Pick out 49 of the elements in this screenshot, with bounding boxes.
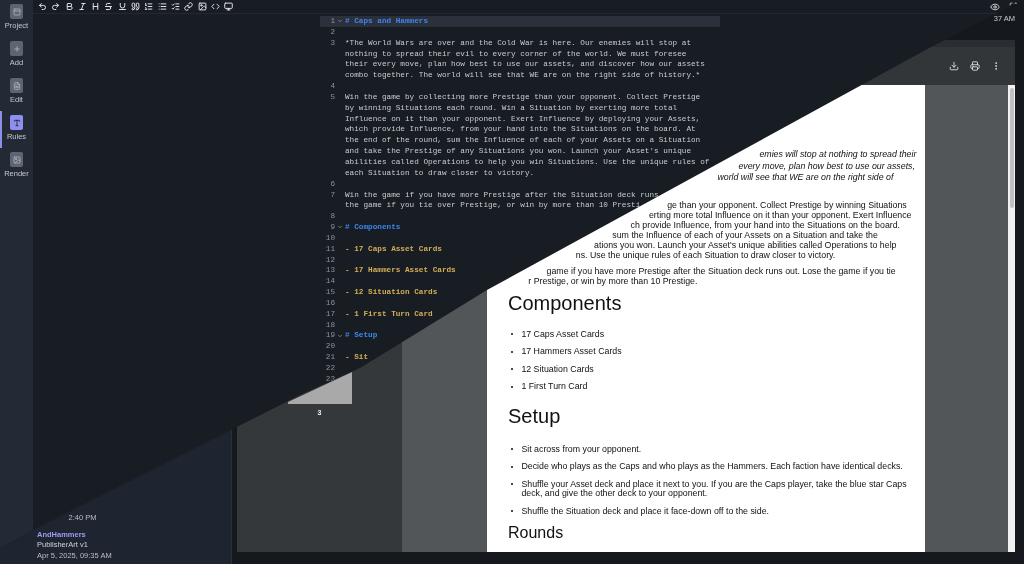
page-thumbnail[interactable] — [287, 371, 352, 404]
plus-icon — [10, 41, 23, 56]
paragraph-line: emies will stop at nothing to spread their — [759, 149, 917, 161]
paragraph-line: ations you won. Launch your Asset's unique abilities called Operations to help — [594, 239, 897, 250]
list-item: Sit across from your opponent. — [521, 444, 643, 454]
list-item: Decide who plays as the Caps and who plays as the Hammers. Each faction have identical decks. — [521, 462, 904, 472]
list-item: 17 Hammers Asset Cards — [521, 347, 623, 357]
section-heading: Setup — [508, 404, 561, 427]
undo-icon[interactable] — [38, 2, 47, 11]
code-icon[interactable] — [210, 2, 220, 11]
heading-icon[interactable] — [91, 2, 101, 11]
strikethrough-icon[interactable] — [104, 2, 114, 11]
link-icon[interactable] — [184, 2, 194, 11]
paragraph-line: game if you have more Prestige after the Situation deck runs out. Lose the game if you tie — [546, 265, 896, 276]
paragraph-line: erting more total Influence on it than your opponent. Exert Influence — [648, 209, 912, 220]
quote-icon[interactable] — [131, 2, 141, 11]
download-icon[interactable] — [949, 61, 959, 71]
checklist-icon[interactable] — [170, 2, 180, 11]
fold-chevron-icon[interactable] — [336, 224, 343, 231]
paragraph-line: ns. Use the unique rules of each Situation to draw closer to victory. — [575, 249, 836, 260]
scrollbar[interactable] — [1008, 85, 1015, 552]
paragraph-line: sum the Influence of each of your Assets on a Situation and take the — [612, 229, 878, 240]
image-icon[interactable] — [197, 2, 207, 11]
list-item: 17 Caps Asset Cards — [521, 329, 606, 339]
paragraph-line: world will see that WE are on the right side of — [717, 172, 894, 184]
fold-chevron-icon[interactable] — [336, 332, 343, 339]
monitor-icon[interactable] — [224, 2, 234, 11]
redo-icon[interactable] — [51, 2, 61, 11]
italic-icon[interactable] — [77, 2, 87, 11]
paragraph-line: r Prestige, or win by more than 10 Prestige. — [528, 275, 698, 286]
eye-icon[interactable] — [989, 1, 1000, 12]
window-icon — [10, 4, 23, 19]
document-icon — [10, 78, 23, 93]
list-item: Shuffle your Asset deck and place it next to you. If you are the Caps player, take the blue star Caps deck, and give the other deck to your opponent. — [521, 479, 907, 499]
section-heading: Components — [508, 291, 622, 314]
underline-icon[interactable] — [117, 2, 127, 11]
paragraph-line: every move, plan how best to use our assets, — [738, 160, 915, 172]
text-icon — [10, 115, 23, 130]
paragraph-line: ge than your opponent. Collect Prestige by winning Situations — [667, 199, 907, 210]
list-item: 12 Situation Cards — [521, 364, 595, 374]
numbered-list-icon[interactable] — [144, 2, 154, 11]
print-icon[interactable] — [970, 61, 980, 71]
list-item: 1 First Turn Card — [521, 382, 589, 392]
paragraph-line: ch provide Influence, from your hand into the Situations on the board. — [630, 219, 901, 230]
image-icon — [10, 152, 23, 167]
list-item: Shuffle the Situation deck and place it face-down off to the side. — [521, 506, 770, 516]
bullet-list-icon[interactable] — [157, 2, 167, 11]
bold-icon[interactable] — [64, 2, 74, 11]
section-heading: Rounds — [508, 524, 564, 542]
